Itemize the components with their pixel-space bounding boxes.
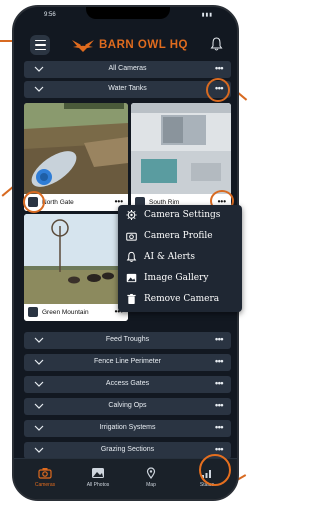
brand-title: BARN OWL HQ xyxy=(99,39,188,51)
more-icon[interactable]: ••• xyxy=(215,400,223,410)
tab-cameras[interactable]: Cameras xyxy=(22,467,68,488)
tab-label: All Photos xyxy=(86,482,110,488)
camera-icon[interactable] xyxy=(28,307,38,317)
group-row-all-cameras[interactable]: All Cameras ••• xyxy=(24,61,231,78)
more-icon[interactable]: ••• xyxy=(215,63,223,73)
app-header: BARN OWL HQ xyxy=(14,25,237,63)
status-bar: 9:56 ▮▮▮ xyxy=(14,7,237,25)
tab-all-photos[interactable]: All Photos xyxy=(75,467,121,488)
menu-item-label: Image Gallery xyxy=(144,273,209,283)
group-row-water-tanks[interactable]: Water Tanks ••• xyxy=(24,81,231,98)
more-icon[interactable]: ••• xyxy=(215,378,223,388)
more-icon[interactable]: ••• xyxy=(215,334,223,344)
water-tanks-more-highlight xyxy=(206,78,230,102)
brand-logo: BARN OWL HQ xyxy=(71,37,188,53)
menu-item-label: Remove Camera xyxy=(144,294,220,304)
group-label: Water Tanks xyxy=(108,85,147,92)
camera-tile-green-mountain[interactable]: Green Mountain ••• xyxy=(24,214,128,321)
menu-item-label: Camera Settings xyxy=(144,210,221,220)
camera-thumbnail xyxy=(24,214,128,304)
tile-caption: Green Mountain ••• xyxy=(24,304,128,321)
menu-item-image-gallery[interactable]: Image Gallery xyxy=(118,268,242,289)
status-time: 9:56 xyxy=(44,12,56,18)
group-label: Feed Troughs xyxy=(105,336,150,343)
bell-icon xyxy=(126,251,137,263)
group-row-feed-troughs[interactable]: Feed Troughs ••• xyxy=(24,332,231,349)
more-icon[interactable]: ••• xyxy=(215,356,223,366)
menu-item-label: AI & Alerts xyxy=(144,252,196,262)
tab-label: Map xyxy=(146,482,156,488)
phone-notch xyxy=(86,7,170,19)
trash-icon xyxy=(127,293,136,305)
owl-logo-icon xyxy=(72,40,94,52)
camera-thumbnail xyxy=(131,103,231,194)
group-label: Calving Ops xyxy=(108,402,147,409)
menu-item-ai-alerts[interactable]: AI & Alerts xyxy=(118,247,242,268)
image-icon xyxy=(126,273,137,283)
photos-icon xyxy=(92,468,104,478)
menu-item-remove-camera[interactable]: Remove Camera xyxy=(118,289,242,310)
group-row-calving-ops[interactable]: Calving Ops ••• xyxy=(24,398,231,415)
camera-context-menu: Camera Settings Camera Profile AI & Aler… xyxy=(118,205,242,312)
tab-map[interactable]: Map xyxy=(128,467,174,488)
group-row-grazing-sections[interactable]: Grazing Sections ••• xyxy=(24,442,231,459)
menu-item-camera-settings[interactable]: Camera Settings xyxy=(118,205,242,226)
camera-icon xyxy=(126,232,137,241)
tab-label: Cameras xyxy=(34,482,56,488)
camera-name: North Gate xyxy=(42,199,74,206)
more-icon[interactable]: ••• xyxy=(215,444,223,454)
camera-name: Green Mountain xyxy=(42,309,89,316)
group-label: Grazing Sections xyxy=(100,446,155,453)
map-pin-icon xyxy=(146,467,156,479)
gear-icon xyxy=(126,209,137,221)
camera-icon-highlight xyxy=(23,191,45,213)
status-tab-highlight xyxy=(199,454,231,486)
menu-button[interactable] xyxy=(30,35,50,55)
group-label: Irrigation Systems xyxy=(99,424,156,431)
group-label: All Cameras xyxy=(108,65,147,72)
menu-item-camera-profile[interactable]: Camera Profile xyxy=(118,226,242,247)
group-row-irrigation-systems[interactable]: Irrigation Systems ••• xyxy=(24,420,231,437)
group-label: Access Gates xyxy=(105,380,150,387)
group-row-fence-line-perimeter[interactable]: Fence Line Perimeter ••• xyxy=(24,354,231,371)
group-row-access-gates[interactable]: Access Gates ••• xyxy=(24,376,231,393)
more-icon[interactable]: ••• xyxy=(215,422,223,432)
signal-icon: ▮▮▮ xyxy=(201,12,213,18)
menu-item-label: Camera Profile xyxy=(144,231,213,241)
camera-thumbnail xyxy=(24,103,128,194)
bell-icon[interactable] xyxy=(210,37,223,51)
camera-tab-icon xyxy=(38,468,52,479)
group-label: Fence Line Perimeter xyxy=(94,358,161,365)
